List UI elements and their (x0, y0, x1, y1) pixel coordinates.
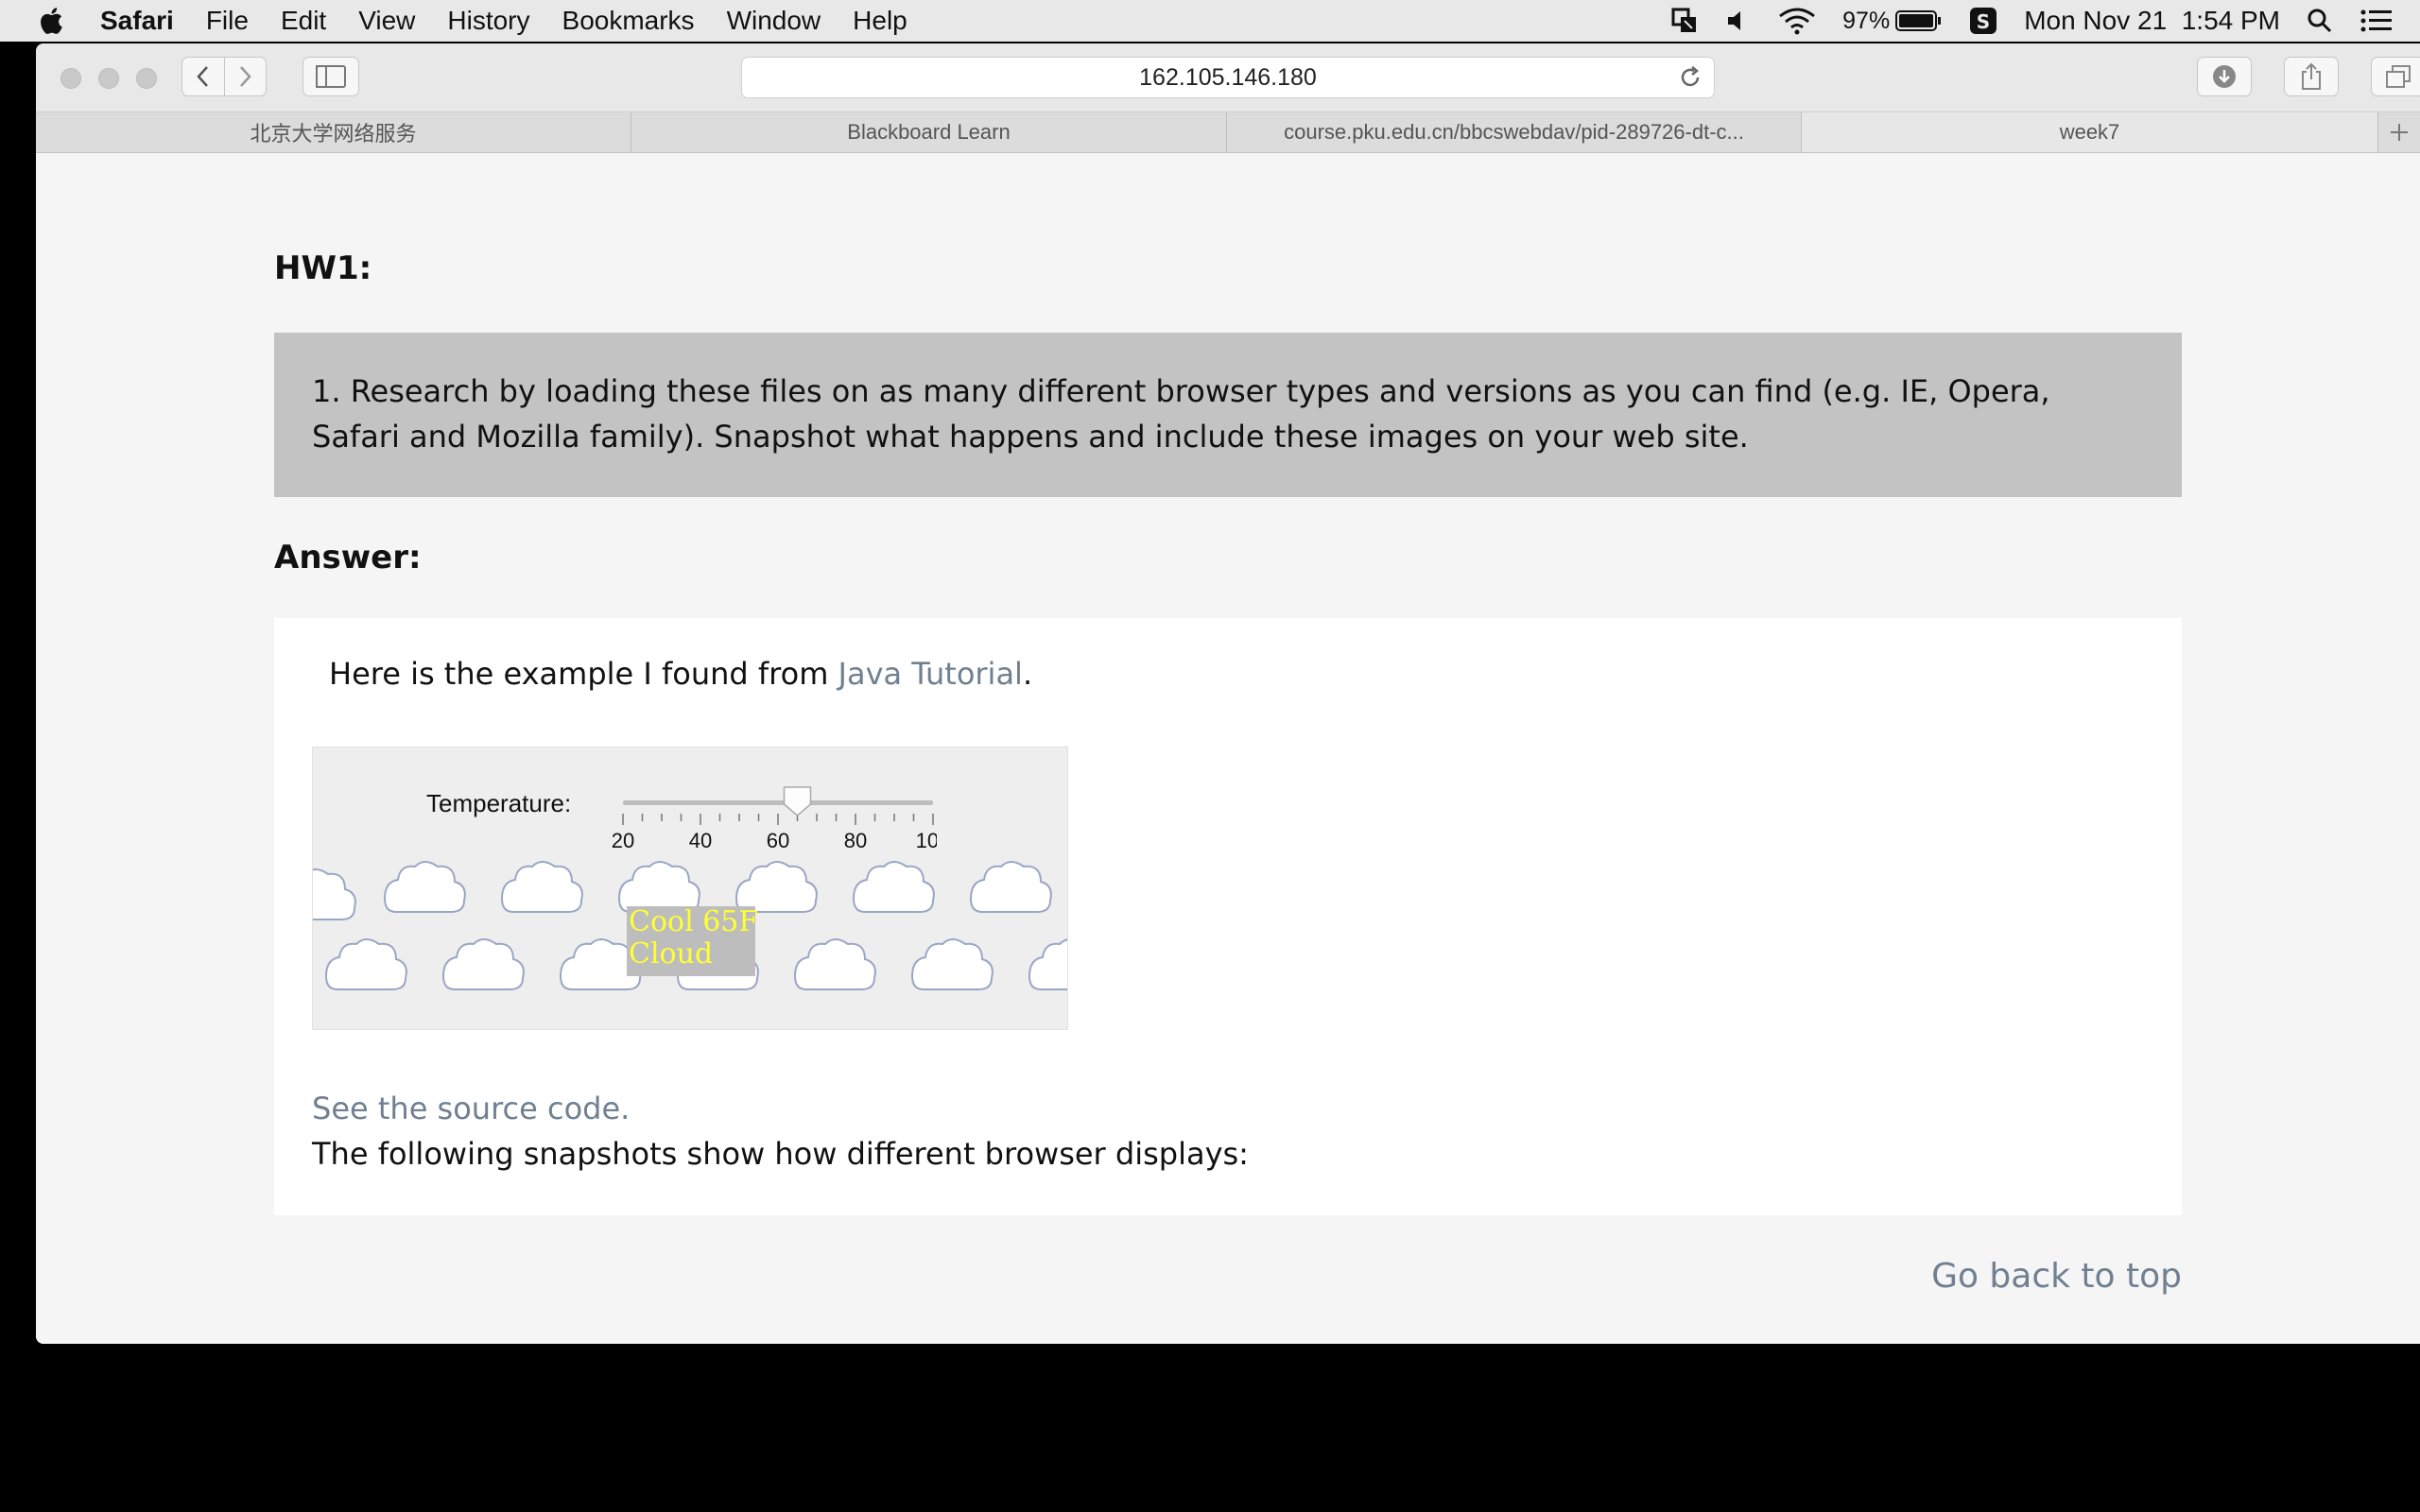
question-box: 1. Research by loading these files on as… (274, 333, 2182, 497)
share-button[interactable] (2284, 57, 2339, 96)
menu-app-safari[interactable]: Safari (100, 6, 174, 36)
slider-tick-label: 100 (916, 829, 937, 851)
spotlight-search-icon[interactable] (2307, 8, 2333, 34)
download-icon (2213, 65, 2236, 88)
menu-edit[interactable]: Edit (281, 6, 326, 36)
weather-temperature: Cool 65F (629, 905, 759, 938)
tab-blackboard[interactable]: Blackboard Learn (631, 112, 1227, 152)
sogou-input-icon[interactable]: S (1969, 7, 1997, 35)
answer-heading: Answer: (274, 539, 422, 576)
go-back-to-top-link[interactable]: Go back to top (1931, 1257, 2182, 1296)
intro-paragraph: Here is the example I found from Java Tu… (329, 656, 1032, 692)
slider-tick-label: 60 (767, 829, 789, 851)
slider-tick-labels: 20 40 60 80 100 (612, 829, 937, 851)
java-applet: Temperature: 20 40 60 80 100 (312, 747, 1068, 1030)
url-text[interactable]: 162.105.146.180 (1139, 64, 1317, 92)
downloads-button[interactable] (2197, 57, 2252, 96)
menu-file[interactable]: File (206, 6, 249, 36)
tabs-overview-icon (2386, 65, 2411, 88)
menu-history[interactable]: History (447, 6, 529, 36)
tab-bar: 北京大学网络服务 Blackboard Learn course.pku.edu… (36, 112, 2420, 153)
slider-tick-label: 20 (612, 829, 634, 851)
forward-button[interactable] (225, 58, 267, 95)
safari-toolbar: 162.105.146.180 (36, 43, 2420, 112)
slider-track (623, 800, 933, 805)
intro-end: . (1022, 656, 1033, 692)
tab-label: 北京大学网络服务 (250, 122, 417, 146)
sidebar-icon (316, 65, 346, 88)
slider-tick-label: 40 (689, 829, 712, 851)
back-forward-group (182, 57, 267, 96)
chevron-left-icon (197, 66, 208, 87)
safari-window: 162.105.146.180 北京大学网络服务 Blackboard Lear… (36, 43, 2420, 1344)
battery-icon (1895, 10, 1942, 31)
menu-window[interactable]: Window (727, 6, 821, 36)
tab-course-pku[interactable]: course.pku.edu.cn/bbcswebdav/pid-289726-… (1227, 112, 1802, 152)
question-text: 1. Research by loading these files on as… (312, 373, 2050, 455)
notification-center-icon[interactable] (2360, 8, 2394, 34)
close-window-button[interactable] (60, 68, 81, 89)
reload-icon[interactable] (1678, 65, 1703, 90)
plus-icon (2391, 124, 2408, 141)
see-source-link[interactable]: See the source code. (312, 1091, 630, 1126)
tab-label: week7 (2059, 120, 2120, 144)
java-tutorial-link[interactable]: Java Tutorial (838, 656, 1023, 692)
zoom-window-button[interactable] (136, 68, 157, 89)
apple-icon[interactable] (38, 7, 64, 35)
battery-percent: 97% (1842, 7, 1891, 34)
menu-bar: Safari File Edit View History Bookmarks … (0, 0, 2420, 42)
battery-status[interactable]: 97% (1842, 8, 1943, 35)
slider-thumb[interactable] (783, 786, 812, 816)
menu-view[interactable]: View (358, 6, 415, 36)
snapshots-intro-text: The following snapshots show how differe… (312, 1136, 1249, 1172)
address-bar[interactable]: 162.105.146.180 (741, 57, 1715, 98)
temperature-slider[interactable]: 20 40 60 80 100 (596, 766, 937, 851)
slider-tick-label: 80 (844, 829, 867, 851)
clock[interactable]: Mon Nov 21 1:54 PM (2024, 6, 2280, 36)
sidebar-button[interactable] (302, 57, 359, 96)
menu-bookmarks[interactable]: Bookmarks (562, 6, 695, 36)
hw-heading: HW1: (274, 249, 372, 287)
tab-week7[interactable]: week7 (1802, 112, 2378, 152)
tab-pku-network[interactable]: 北京大学网络服务 (36, 112, 631, 152)
web-page: HW1: 1. Research by loading these files … (36, 153, 2420, 1344)
svg-text:S: S (1977, 10, 1990, 33)
screen-share-icon[interactable] (1670, 7, 1699, 35)
tab-label: Blackboard Learn (847, 120, 1011, 144)
weather-readout: Cool 65F Cloud (627, 905, 759, 976)
answer-box: Here is the example I found from Java Tu… (274, 618, 2182, 1215)
share-icon (2302, 62, 2321, 90)
menu-help[interactable]: Help (853, 6, 908, 36)
slider-ticks (622, 814, 934, 825)
temperature-label: Temperature: (426, 789, 572, 817)
new-tab-button[interactable] (2378, 112, 2420, 152)
back-button[interactable] (182, 58, 225, 95)
intro-text: Here is the example I found from (329, 656, 838, 692)
tab-label: course.pku.edu.cn/bbcswebdav/pid-289726-… (1284, 120, 1744, 144)
chevron-right-icon (240, 66, 251, 87)
tab-overview-button[interactable] (2371, 57, 2420, 96)
minimize-window-button[interactable] (98, 68, 119, 89)
weather-condition: Cloud (629, 937, 714, 971)
wifi-icon[interactable] (1778, 7, 1816, 35)
volume-icon[interactable] (1725, 8, 1752, 34)
